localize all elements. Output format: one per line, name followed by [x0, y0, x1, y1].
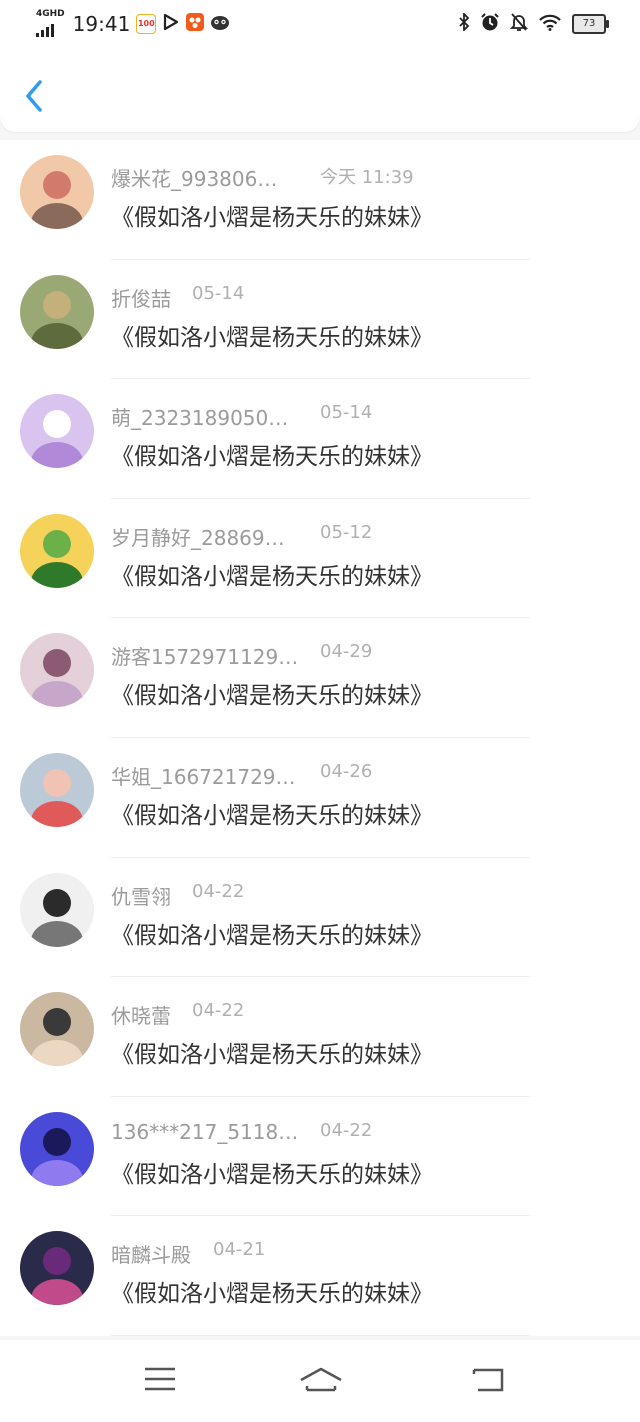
avatar[interactable] — [20, 752, 94, 827]
comment-date: 05-14 — [320, 402, 373, 424]
avatar[interactable] — [20, 1111, 94, 1186]
comment-text: 《假如洛小熠是杨天乐的妹妹》 — [111, 205, 433, 231]
comment-author[interactable]: 岁月静好_28869… — [111, 522, 285, 551]
comment-text: 《假如洛小熠是杨天乐的妹妹》 — [111, 683, 433, 710]
battery-indicator: 73 — [572, 14, 609, 34]
comment-item[interactable]: 休晓蕾 04-22 《假如洛小熠是杨天乐的妹妹》 — [0, 977, 640, 1097]
comment-item[interactable]: 华姐_166721729… 04-26 《假如洛小熠是杨天乐的妹妹》 — [0, 737, 640, 858]
network-type: 4GHD — [36, 9, 65, 19]
comment-date: 05-14 — [192, 282, 245, 304]
comment-text: 《假如洛小熠是杨天乐的妹妹》 — [111, 444, 433, 471]
bluetooth-icon — [458, 11, 470, 35]
comment-date: 04-22 — [192, 1000, 245, 1022]
avatar[interactable] — [20, 155, 94, 229]
avatar[interactable] — [20, 633, 94, 708]
avatar[interactable] — [20, 992, 94, 1067]
comment-date: 04-22 — [192, 880, 245, 902]
comment-item[interactable]: 暗麟斗殿 04-21 《假如洛小熠是杨天乐的妹妹》 — [0, 1216, 640, 1336]
comment-text: 《假如洛小熠是杨天乐的妹妹》 — [111, 1161, 433, 1188]
comment-author[interactable]: 休晓蕾 — [111, 1000, 171, 1029]
avatar[interactable] — [20, 872, 94, 947]
comment-list: 爆米花_993806… 今天 11:39 《假如洛小熠是杨天乐的妹妹》 折俊喆 05-1… — [0, 140, 640, 1336]
comment-date: 04-29 — [320, 641, 373, 663]
comment-author[interactable]: 爆米花_993806… — [111, 163, 277, 192]
divider — [111, 1334, 530, 1336]
wifi-icon — [538, 13, 562, 35]
comment-item[interactable]: 游客1572971129… 04-29 《假如洛小熠是杨天乐的妹妹》 — [0, 618, 640, 738]
comment-item[interactable]: 136***217_5118… 04-22 《假如洛小熠是杨天乐的妹妹》 — [0, 1096, 640, 1217]
comment-item[interactable]: 萌_2323189050… 05-14 《假如洛小熠是杨天乐的妹妹》 — [0, 379, 640, 499]
app-face-icon — [210, 13, 230, 35]
bell-off-icon — [509, 12, 529, 36]
system-nav-bar — [0, 1340, 640, 1422]
comment-author[interactable]: 华姐_166721729… — [111, 761, 296, 790]
chevron-left-icon — [22, 80, 46, 118]
comment-author[interactable]: 仇雪翎 — [111, 881, 171, 910]
comment-author[interactable]: 折俊喆 — [111, 283, 171, 312]
status-bar-left: 4GHD 19:41 100 — [36, 10, 230, 37]
comment-date: 04-22 — [320, 1119, 373, 1141]
comment-author[interactable]: 136***217_5118… — [111, 1120, 298, 1144]
back-button[interactable] — [22, 78, 52, 114]
comment-text: 《假如洛小熠是杨天乐的妹妹》 — [111, 922, 433, 949]
comment-text: 《假如洛小熠是杨天乐的妹妹》 — [111, 563, 433, 590]
video-play-icon — [162, 13, 180, 35]
comment-item[interactable]: 仇雪翎 04-22 《假如洛小熠是杨天乐的妹妹》 — [0, 857, 640, 978]
back-nav-button[interactable] — [470, 1364, 510, 1398]
home-icon — [298, 1367, 344, 1402]
comment-text: 《假如洛小熠是杨天乐的妹妹》 — [111, 324, 433, 351]
avatar[interactable] — [20, 513, 94, 588]
clock: 19:41 — [72, 11, 131, 36]
comment-author[interactable]: 暗麟斗殿 — [111, 1239, 191, 1268]
home-button[interactable] — [298, 1364, 344, 1398]
comment-text: 《假如洛小熠是杨天乐的妹妹》 — [111, 802, 433, 829]
avatar[interactable] — [20, 274, 94, 349]
top-app-bar — [0, 48, 640, 132]
back-icon — [470, 1368, 506, 1398]
comment-item[interactable]: 爆米花_993806… 今天 11:39 《假如洛小熠是杨天乐的妹妹》 — [0, 140, 640, 260]
signal-icon — [36, 23, 65, 37]
app-orange-icon — [186, 12, 205, 35]
comment-date: 04-26 — [320, 760, 373, 782]
comment-text: 《假如洛小熠是杨天乐的妹妹》 — [111, 1042, 433, 1069]
comment-text: 《假如洛小熠是杨天乐的妹妹》 — [111, 1281, 433, 1308]
status-bar-right: 73 — [458, 11, 609, 36]
app-100-icon: 100 — [136, 13, 157, 34]
avatar[interactable] — [20, 1231, 94, 1306]
menu-icon — [142, 1367, 178, 1398]
comment-date: 05-12 — [320, 521, 373, 543]
status-bar: 4GHD 19:41 100 73 — [0, 0, 640, 48]
menu-button[interactable] — [142, 1364, 182, 1398]
comment-author[interactable]: 游客1572971129… — [111, 641, 298, 670]
network-indicator: 4GHD — [36, 10, 65, 37]
avatar[interactable] — [20, 394, 94, 469]
comment-author[interactable]: 萌_2323189050… — [111, 402, 288, 431]
comment-date: 04-21 — [213, 1239, 266, 1261]
comment-date: 今天 11:39 — [320, 167, 414, 188]
alarm-icon — [480, 12, 500, 36]
comment-item[interactable]: 岁月静好_28869… 05-12 《假如洛小熠是杨天乐的妹妹》 — [0, 498, 640, 619]
comment-item[interactable]: 折俊喆 05-14 《假如洛小熠是杨天乐的妹妹》 — [0, 259, 640, 380]
